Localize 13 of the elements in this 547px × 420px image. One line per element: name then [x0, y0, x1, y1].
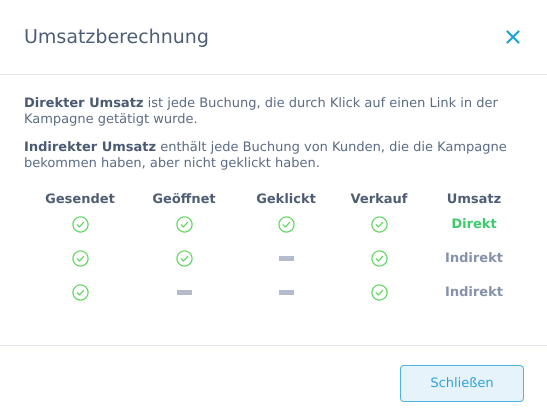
description-text: Indirekter Umsatz enthält jede Buchung von Kunden, die die Kampagne bekommen haben, aber nicht geklickt haben. [24, 140, 508, 172]
close-button[interactable]: Schließen [400, 364, 524, 402]
close-icon[interactable] [506, 30, 520, 44]
column-header: Umsatz [446, 192, 502, 209]
revenue-type: Direkt [451, 217, 497, 232]
dialog-title: Umsatzberechnung [24, 26, 209, 48]
revenue-type: Indirekt [445, 285, 503, 300]
column-header: Geklickt [255, 192, 317, 209]
description-text: Direkter Umsatz ist jede Buchung, die durch Klick auf einen Link in der Kampagne getätigt wurde. [24, 96, 499, 128]
column-header: Geöffnet [151, 192, 217, 209]
column-header: Verkauf [350, 192, 408, 209]
column-header: Gesendet [44, 192, 116, 209]
revenue-type: Indirekt [445, 251, 503, 266]
